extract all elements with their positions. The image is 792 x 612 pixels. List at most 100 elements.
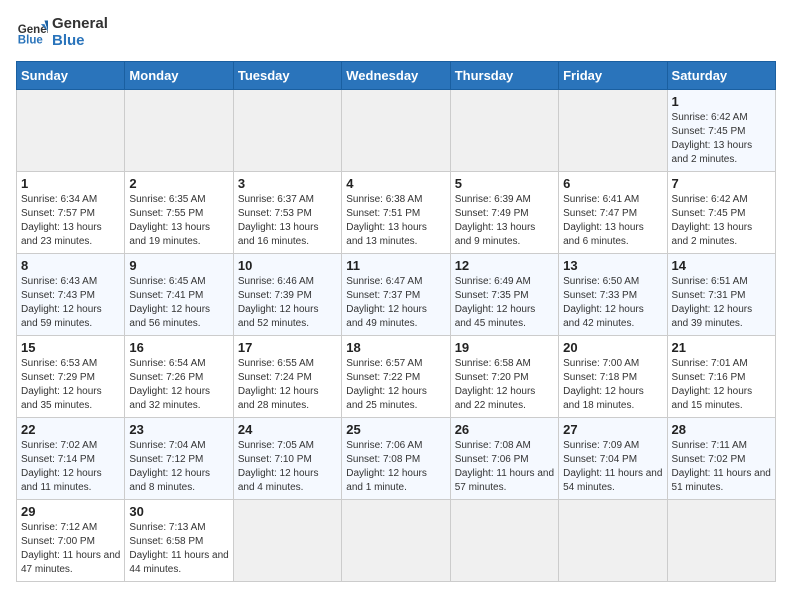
day-number: 1	[672, 94, 771, 109]
calendar-cell: 30 Sunrise: 7:13 AMSunset: 6:58 PMDayligh…	[125, 500, 233, 582]
week-row-6: 29 Sunrise: 7:12 AMSunset: 7:00 PMDayligh…	[17, 500, 776, 582]
day-number: 15	[21, 340, 120, 355]
day-number: 3	[238, 176, 337, 191]
day-number: 22	[21, 422, 120, 437]
header-saturday: Saturday	[667, 62, 775, 90]
day-detail: Sunrise: 6:58 AMSunset: 7:20 PMDaylight:…	[455, 357, 554, 413]
calendar-cell	[125, 90, 233, 172]
logo-icon: General Blue	[16, 17, 48, 49]
calendar-cell: 24 Sunrise: 7:05 AMSunset: 7:10 PMDayligh…	[233, 418, 341, 500]
week-row-5: 22Sunrise: 7:02 AMSunset: 7:14 PMDayligh…	[17, 418, 776, 500]
calendar-cell: 28 Sunrise: 7:11 AMSunset: 7:02 PMDayligh…	[667, 418, 775, 500]
day-number: 17	[238, 340, 337, 355]
calendar-cell	[342, 90, 450, 172]
page-header: General Blue General Blue	[16, 16, 776, 49]
calendar-cell	[233, 500, 341, 582]
day-number: 12	[455, 258, 554, 273]
day-detail: Sunrise: 6:42 AMSunset: 7:45 PMDaylight:…	[672, 193, 771, 249]
header-sunday: Sunday	[17, 62, 125, 90]
calendar-cell: 3 Sunrise: 6:37 AMSunset: 7:53 PMDaylight…	[233, 172, 341, 254]
day-number: 29	[21, 504, 120, 519]
calendar-cell: 23 Sunrise: 7:04 AMSunset: 7:12 PMDayligh…	[125, 418, 233, 500]
calendar-cell: 20 Sunrise: 7:00 AMSunset: 7:18 PMDayligh…	[559, 336, 667, 418]
day-detail: Sunrise: 6:43 AMSunset: 7:43 PMDaylight:…	[21, 275, 120, 331]
day-number: 19	[455, 340, 554, 355]
day-number: 7	[672, 176, 771, 191]
day-detail: Sunrise: 6:49 AMSunset: 7:35 PMDaylight:…	[455, 275, 554, 331]
day-number: 24	[238, 422, 337, 437]
header-tuesday: Tuesday	[233, 62, 341, 90]
logo-general: General	[52, 16, 108, 33]
day-detail: Sunrise: 7:01 AMSunset: 7:16 PMDaylight:…	[672, 357, 771, 413]
day-detail: Sunrise: 6:57 AMSunset: 7:22 PMDaylight:…	[346, 357, 445, 413]
day-detail: Sunrise: 6:39 AMSunset: 7:49 PMDaylight:…	[455, 193, 554, 249]
day-number: 5	[455, 176, 554, 191]
day-number: 6	[563, 176, 662, 191]
day-number: 18	[346, 340, 445, 355]
day-number: 10	[238, 258, 337, 273]
day-number: 4	[346, 176, 445, 191]
calendar-cell: 18 Sunrise: 6:57 AMSunset: 7:22 PMDayligh…	[342, 336, 450, 418]
day-detail: Sunrise: 6:46 AMSunset: 7:39 PMDaylight:…	[238, 275, 337, 331]
day-detail: Sunrise: 7:04 AMSunset: 7:12 PMDaylight:…	[129, 439, 228, 495]
day-detail: Sunrise: 7:05 AMSunset: 7:10 PMDaylight:…	[238, 439, 337, 495]
calendar-cell	[667, 500, 775, 582]
calendar-cell: 21 Sunrise: 7:01 AMSunset: 7:16 PMDayligh…	[667, 336, 775, 418]
day-detail: Sunrise: 6:42 AMSunset: 7:45 PMDaylight:…	[672, 111, 771, 167]
day-detail: Sunrise: 6:55 AMSunset: 7:24 PMDaylight:…	[238, 357, 337, 413]
day-number: 11	[346, 258, 445, 273]
header-wednesday: Wednesday	[342, 62, 450, 90]
day-detail: Sunrise: 6:35 AMSunset: 7:55 PMDaylight:…	[129, 193, 228, 249]
logo: General Blue General Blue	[16, 16, 108, 49]
calendar-cell: 11Sunrise: 6:47 AMSunset: 7:37 PMDayligh…	[342, 254, 450, 336]
day-number: 27	[563, 422, 662, 437]
calendar-cell: 27 Sunrise: 7:09 AMSunset: 7:04 PMDayligh…	[559, 418, 667, 500]
day-detail: Sunrise: 6:34 AMSunset: 7:57 PMDaylight:…	[21, 193, 120, 249]
calendar-cell: 26Sunrise: 7:08 AMSunset: 7:06 PMDayligh…	[450, 418, 558, 500]
calendar-cell: 2 Sunrise: 6:35 AMSunset: 7:55 PMDaylight…	[125, 172, 233, 254]
calendar-cell: 17 Sunrise: 6:55 AMSunset: 7:24 PMDayligh…	[233, 336, 341, 418]
day-number: 26	[455, 422, 554, 437]
calendar-cell	[559, 500, 667, 582]
calendar-cell: 15 Sunrise: 6:53 AMSunset: 7:29 PMDayligh…	[17, 336, 125, 418]
logo-blue: Blue	[52, 33, 108, 50]
day-number: 8	[21, 258, 120, 273]
calendar-cell: 6 Sunrise: 6:41 AMSunset: 7:47 PMDaylight…	[559, 172, 667, 254]
day-detail: Sunrise: 7:11 AMSunset: 7:02 PMDaylight:…	[672, 439, 771, 495]
svg-text:Blue: Blue	[18, 34, 44, 46]
day-number: 2	[129, 176, 228, 191]
day-number: 28	[672, 422, 771, 437]
day-detail: Sunrise: 6:38 AMSunset: 7:51 PMDaylight:…	[346, 193, 445, 249]
calendar-cell: 8 Sunrise: 6:43 AMSunset: 7:43 PMDaylight…	[17, 254, 125, 336]
header-friday: Friday	[559, 62, 667, 90]
day-detail: Sunrise: 7:09 AMSunset: 7:04 PMDaylight:…	[563, 439, 662, 495]
calendar-cell: 9Sunrise: 6:45 AMSunset: 7:41 PMDaylight…	[125, 254, 233, 336]
calendar-cell: 22Sunrise: 7:02 AMSunset: 7:14 PMDayligh…	[17, 418, 125, 500]
week-row-3: 8 Sunrise: 6:43 AMSunset: 7:43 PMDaylight…	[17, 254, 776, 336]
day-detail: Sunrise: 6:37 AMSunset: 7:53 PMDaylight:…	[238, 193, 337, 249]
day-detail: Sunrise: 7:12 AMSunset: 7:00 PMDaylight:…	[21, 521, 120, 577]
calendar-cell: 13Sunrise: 6:50 AMSunset: 7:33 PMDayligh…	[559, 254, 667, 336]
day-number: 30	[129, 504, 228, 519]
day-number: 9	[129, 258, 228, 273]
week-row-1: 1 Sunrise: 6:42 AMSunset: 7:45 PMDaylight…	[17, 90, 776, 172]
calendar-header-row: SundayMondayTuesdayWednesdayThursdayFrid…	[17, 62, 776, 90]
calendar-cell: 19 Sunrise: 6:58 AMSunset: 7:20 PMDayligh…	[450, 336, 558, 418]
day-detail: Sunrise: 6:53 AMSunset: 7:29 PMDaylight:…	[21, 357, 120, 413]
calendar-cell	[450, 90, 558, 172]
header-monday: Monday	[125, 62, 233, 90]
calendar-table: SundayMondayTuesdayWednesdayThursdayFrid…	[16, 61, 776, 582]
day-detail: Sunrise: 7:13 AMSunset: 6:58 PMDaylight:…	[129, 521, 228, 577]
week-row-4: 15 Sunrise: 6:53 AMSunset: 7:29 PMDayligh…	[17, 336, 776, 418]
day-detail: Sunrise: 6:50 AMSunset: 7:33 PMDaylight:…	[563, 275, 662, 331]
calendar-cell	[450, 500, 558, 582]
calendar-cell: 4 Sunrise: 6:38 AMSunset: 7:51 PMDaylight…	[342, 172, 450, 254]
day-detail: Sunrise: 6:41 AMSunset: 7:47 PMDaylight:…	[563, 193, 662, 249]
day-detail: Sunrise: 7:00 AMSunset: 7:18 PMDaylight:…	[563, 357, 662, 413]
calendar-cell: 29 Sunrise: 7:12 AMSunset: 7:00 PMDayligh…	[17, 500, 125, 582]
calendar-cell: 1 Sunrise: 6:42 AMSunset: 7:45 PMDaylight…	[667, 90, 775, 172]
day-number: 21	[672, 340, 771, 355]
header-thursday: Thursday	[450, 62, 558, 90]
day-number: 20	[563, 340, 662, 355]
day-number: 23	[129, 422, 228, 437]
